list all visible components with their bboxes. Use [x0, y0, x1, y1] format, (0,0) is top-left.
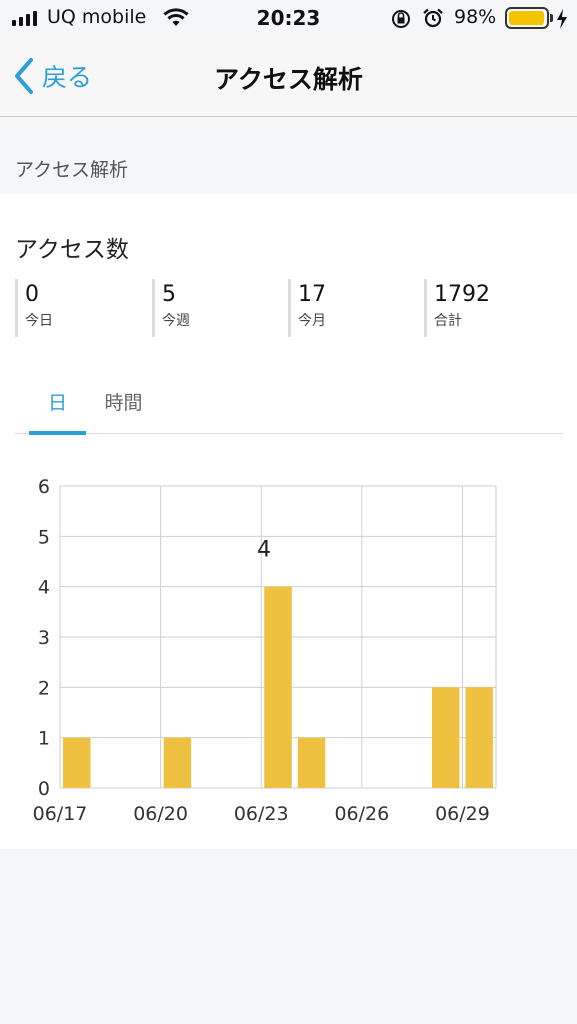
x-tick-label: 06/23: [234, 803, 289, 825]
x-tick-label: 06/29: [435, 803, 490, 825]
charging-bolt-icon: [557, 9, 567, 29]
page-title: アクセス解析: [214, 65, 363, 94]
stat-today: 0 今日: [15, 279, 145, 337]
stat-label: 今週: [162, 313, 190, 329]
rotation-lock-icon: [392, 10, 410, 28]
y-tick-label: 2: [38, 677, 50, 699]
x-tick-label: 06/20: [133, 803, 188, 825]
y-tick-label: 6: [38, 476, 50, 498]
battery-percent: 98%: [454, 6, 497, 28]
bar: [297, 737, 326, 788]
stat-value: 0: [25, 282, 39, 307]
y-tick-label: 4: [38, 577, 50, 599]
bar: [465, 687, 493, 788]
y-tick-label: 5: [38, 526, 50, 548]
section-header: アクセス解析: [0, 117, 577, 194]
alarm-icon: [423, 8, 443, 28]
bar: [163, 737, 192, 788]
stat-label: 合計: [434, 313, 462, 329]
x-tick-label: 06/26: [334, 803, 389, 825]
access-bar-chart: 0 1 2 3 4 5 6 06/17 06/20 06/23 06/26 06/29 4: [33, 476, 497, 825]
bar: [63, 737, 91, 788]
active-tab-indicator: [29, 431, 86, 435]
access-card: アクセス数 0 今日 5 今週 17 今月 1792 合計 日 時間 0 1 2 3 4…: [0, 194, 577, 849]
stat-value: 17: [298, 282, 326, 307]
tab-day[interactable]: 日: [29, 379, 86, 433]
bar: [264, 586, 292, 788]
x-tick-label: 06/17: [33, 803, 88, 825]
stat-value: 1792: [434, 282, 490, 307]
stat-this-month: 17 今月: [288, 279, 418, 337]
tab-hour[interactable]: 時間: [95, 379, 152, 433]
period-tabs: 日 時間: [14, 379, 563, 435]
stat-label: 今月: [298, 313, 326, 329]
y-tick-label: 1: [38, 728, 50, 750]
stat-this-week: 5 今週: [152, 279, 282, 337]
status-bar: UQ mobile 20:23 98%: [0, 0, 577, 38]
stat-value: 5: [162, 282, 176, 307]
section-title: アクセス解析: [15, 159, 129, 181]
y-tick-label: 3: [38, 627, 50, 649]
y-tick-label: 0: [38, 778, 50, 800]
card-title: アクセス数: [15, 237, 129, 263]
stat-label: 今日: [25, 313, 53, 329]
data-label: 4: [257, 538, 271, 563]
access-stats: 0 今日 5 今週 17 今月 1792 合計: [15, 279, 563, 337]
bar: [431, 687, 460, 788]
stat-total: 1792 合計: [424, 279, 554, 337]
battery-level: [509, 11, 545, 25]
battery-tip: [550, 14, 553, 22]
navigation-bar: 戻る アクセス解析: [0, 38, 577, 117]
battery-icon: [505, 7, 549, 29]
